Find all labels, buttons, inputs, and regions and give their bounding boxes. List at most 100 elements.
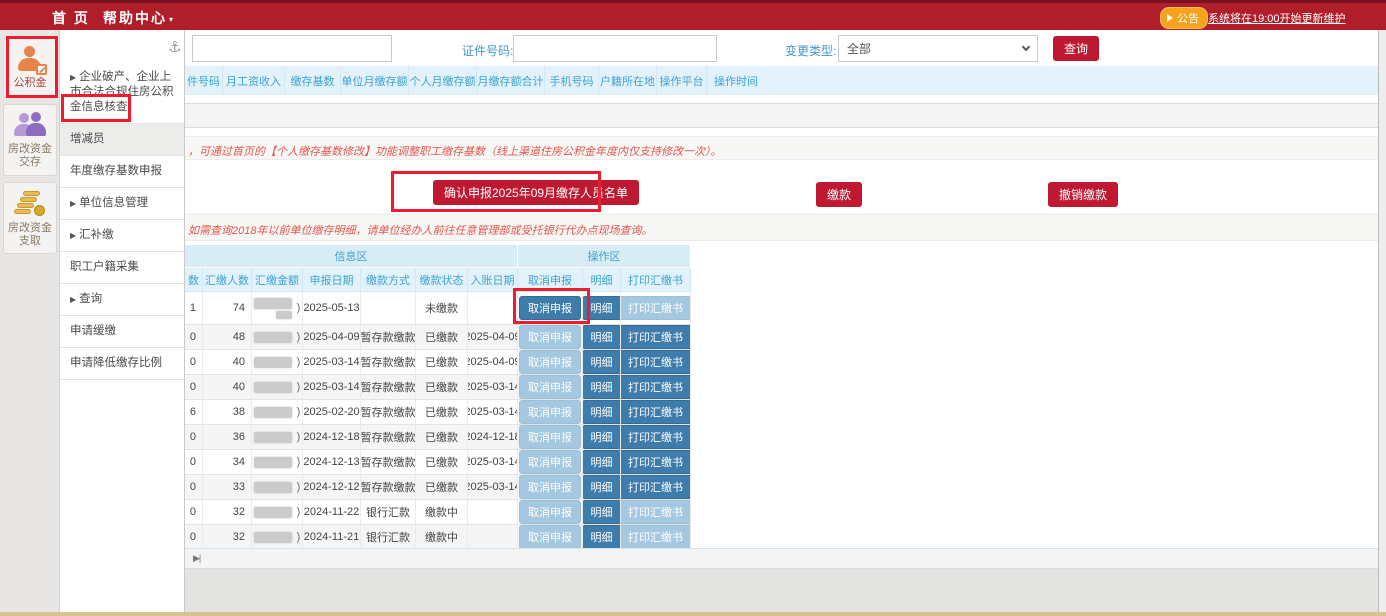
print-remit-button[interactable]: 打印汇缴书 [621, 425, 691, 449]
cell-cancel: 取消申报 [518, 500, 583, 525]
sidebar-item-fanggai-withdraw[interactable]: 房改资金支取 [3, 182, 57, 254]
pay-button[interactable]: 缴款 [816, 182, 862, 207]
triangle-right-icon: ▶ [70, 295, 76, 304]
sidebar-item-fanggai-deposit[interactable]: 房改资金交存 [3, 104, 57, 176]
cell-print: 打印汇缴书 [621, 500, 691, 525]
name-input[interactable] [192, 35, 392, 62]
cell-supplement-count: 0 [185, 375, 203, 400]
column-header: 缴款方式 [361, 268, 416, 292]
detail-button[interactable]: 明细 [583, 450, 621, 474]
menu-item-unit-info[interactable]: ▶单位信息管理 [60, 188, 184, 220]
column-header: 件号码 [185, 66, 223, 95]
cell-detail: 明细 [583, 475, 621, 500]
detail-button[interactable]: 明细 [583, 500, 621, 524]
cell-remit-amount: ) [252, 475, 303, 500]
cancel-declare-button[interactable]: 取消申报 [519, 325, 581, 349]
cell-pay-status: 已缴款 [416, 325, 468, 350]
nav-help-center[interactable]: 帮助中心▾ [103, 8, 175, 28]
menu-item-annual-base-declare[interactable]: 年度缴存基数申报 [60, 156, 184, 188]
print-remit-button[interactable]: 打印汇缴书 [621, 525, 691, 549]
menu-item-huibujiao[interactable]: ▶汇补缴 [60, 220, 184, 252]
column-header: 个人月缴存额 [409, 66, 477, 95]
announcement-link[interactable]: 系统将在19:00开始更新维护 [1208, 10, 1346, 26]
cell-pay-status: 缴款中 [416, 525, 468, 550]
cell-pay-status: 已缴款 [416, 375, 468, 400]
table-row: 0 32 ) 2024-11-22 银行汇款 缴款中 取消申报 明细 打印汇缴书 [185, 500, 691, 525]
print-remit-button[interactable]: 打印汇缴书 [621, 375, 691, 399]
cancel-declare-button[interactable]: 取消申报 [519, 475, 581, 499]
cancel-declare-button[interactable]: 取消申报 [519, 425, 581, 449]
nav-home[interactable]: 首 页 [52, 8, 90, 28]
menu-item-apply-defer[interactable]: 申请缓缴 [60, 316, 184, 348]
cancel-declare-button[interactable]: 取消申报 [519, 375, 581, 399]
cancel-declare-button[interactable]: 取消申报 [519, 525, 581, 549]
sidebar-item-gongjijin[interactable]: 公积金 [3, 38, 57, 98]
detail-button[interactable]: 明细 [583, 525, 621, 549]
detail-button[interactable]: 明细 [583, 475, 621, 499]
cell-pay-status: 已缴款 [416, 475, 468, 500]
menu-item-apply-lower-ratio[interactable]: 申请降低缴存比例 [60, 348, 184, 380]
cancel-declare-button[interactable]: 取消申报 [519, 400, 581, 424]
pagination-bar: ▶| 共 38 条 每页 10 条 [185, 548, 1378, 569]
cancel-declare-button[interactable]: 取消申报 [519, 500, 581, 524]
cell-declare-date: 2024-12-12 [303, 475, 361, 500]
cancel-declare-button[interactable]: 取消申报 [519, 450, 581, 474]
paren-text: ) [297, 381, 301, 393]
print-remit-button[interactable]: 打印汇缴书 [621, 296, 691, 320]
print-remit-button[interactable]: 打印汇缴书 [621, 350, 691, 374]
print-remit-button[interactable]: 打印汇缴书 [621, 500, 691, 524]
cell-entry-date [468, 500, 518, 525]
print-remit-button[interactable]: 打印汇缴书 [621, 450, 691, 474]
sidebar-item-label: 房改资金交存 [4, 143, 56, 169]
cell-remit-amount: ) [252, 325, 303, 350]
cell-pay-status: 已缴款 [416, 450, 468, 475]
confirm-declare-button[interactable]: 确认申报2025年09月缴存人员名单 [433, 180, 639, 205]
coins-icon [14, 190, 46, 218]
last-page-icon[interactable]: ▶| [193, 553, 200, 564]
print-remit-button[interactable]: 打印汇缴书 [621, 325, 691, 349]
top-navbar: 首 页 帮助中心▾ 公告 系统将在19:00开始更新维护 [0, 3, 1386, 30]
redacted-amount [254, 507, 296, 518]
print-remit-button[interactable]: 打印汇缴书 [621, 475, 691, 499]
cell-remit-count: 36 [203, 425, 252, 450]
cell-supplement-count: 0 [185, 350, 203, 375]
query-button[interactable]: 查询 [1053, 36, 1099, 61]
change-type-select[interactable]: 全部 [838, 35, 1038, 62]
menu-item-enterprise-check[interactable]: ▶企业破产、企业上市合法合规住房公积金信息核查 [60, 62, 184, 124]
id-number-input[interactable] [513, 35, 717, 62]
cancel-declare-button[interactable]: 取消申报 [519, 296, 581, 320]
bottom-accent-line [0, 612, 1386, 616]
menu-item-label: 单位信息管理 [79, 197, 148, 209]
change-type-label: 变更类型: [785, 42, 836, 59]
cell-supplement-count: 0 [185, 475, 203, 500]
column-header: 缴款状态 [416, 268, 468, 292]
cell-print: 打印汇缴书 [621, 325, 691, 350]
cell-pay-method: 银行汇款 [361, 500, 416, 525]
revoke-pay-button[interactable]: 撤销缴款 [1048, 182, 1118, 207]
detail-button[interactable]: 明细 [583, 425, 621, 449]
menu-item-hukou-collect[interactable]: 职工户籍采集 [60, 252, 184, 284]
speaker-icon [1167, 14, 1173, 22]
detail-button[interactable]: 明细 [583, 325, 621, 349]
cancel-declare-button[interactable]: 取消申报 [519, 350, 581, 374]
detail-button[interactable]: 明细 [583, 375, 621, 399]
redacted-amount [254, 457, 296, 468]
table-row: 0 34 ) 2024-12-13 暂存款缴款 已缴款 2025-03-14 取… [185, 450, 691, 475]
menu-item-zengjianyuan[interactable]: 增减员 [60, 124, 184, 156]
detail-button[interactable]: 明细 [583, 400, 621, 424]
cell-cancel: 取消申报 [518, 425, 583, 450]
print-remit-button[interactable]: 打印汇缴书 [621, 400, 691, 424]
detail-button[interactable]: 明细 [583, 350, 621, 374]
sidebar-item-label: 公积金 [4, 77, 56, 90]
column-header: 缴存基数 [285, 66, 341, 95]
page-right-gutter [1378, 30, 1386, 612]
redacted-amount [254, 298, 296, 319]
detail-button[interactable]: 明细 [583, 296, 621, 320]
triangle-right-icon: ▶ [70, 231, 76, 240]
paren-text: ) [297, 302, 301, 314]
cell-remit-amount: ) [252, 292, 303, 325]
menu-item-query[interactable]: ▶查询 [60, 284, 184, 316]
cell-detail: 明细 [583, 500, 621, 525]
column-header: 手机号码 [545, 66, 599, 95]
cell-detail: 明细 [583, 375, 621, 400]
